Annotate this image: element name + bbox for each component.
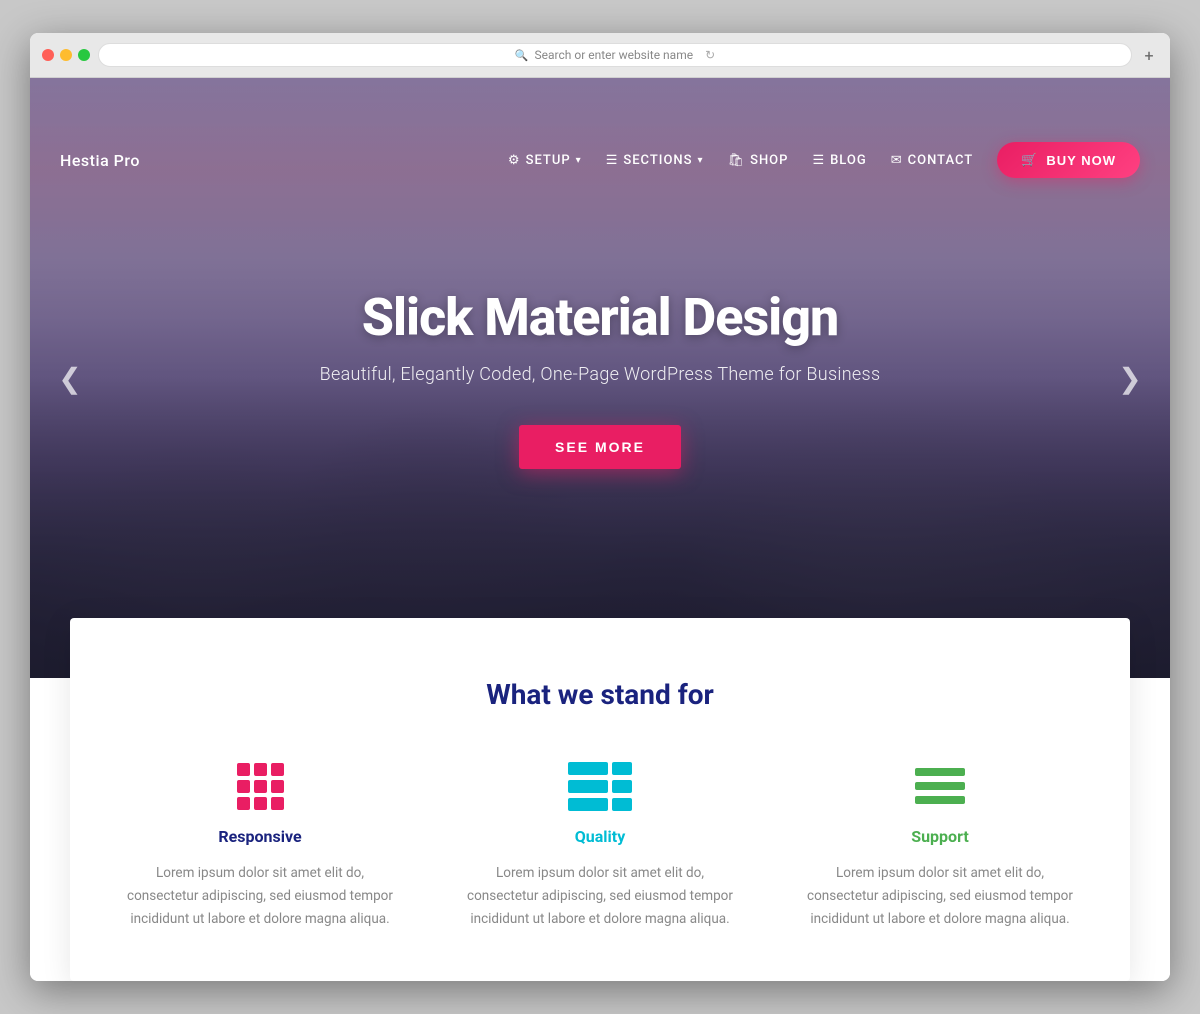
navbar: Hestia Pro ⚙ SETUP ▾ ☰ SECTIONS ▾ 🛍 SHO <box>30 122 1170 198</box>
hero-title: Slick Material Design <box>320 287 881 348</box>
nav-link-contact[interactable]: ✉ CONTACT <box>891 153 973 168</box>
address-bar[interactable]: 🔍 Search or enter website name ↻ <box>98 43 1132 67</box>
hero-content: Slick Material Design Beautiful, Elegant… <box>300 287 901 469</box>
shop-icon: 🛍 <box>728 153 746 168</box>
features-section: What we stand for <box>70 618 1130 981</box>
nav-label-blog: BLOG <box>830 153 867 168</box>
chevron-down-icon: ▾ <box>576 155 582 166</box>
browser-chrome: 🔍 Search or enter website name ↻ + <box>30 33 1170 78</box>
chevron-down-icon-2: ▾ <box>698 155 704 166</box>
nav-brand[interactable]: Hestia Pro <box>60 151 140 170</box>
grid-icon <box>237 763 284 810</box>
carousel-prev-button[interactable]: ❮ <box>50 358 90 398</box>
search-icon: 🔍 <box>515 49 529 62</box>
nav-link-blog[interactable]: ☰ BLOG <box>812 153 866 168</box>
setup-icon: ⚙ <box>508 153 521 168</box>
website-content: Hestia Pro ⚙ SETUP ▾ ☰ SECTIONS ▾ 🛍 SHO <box>30 78 1170 981</box>
lines-icon <box>915 768 965 804</box>
nav-label-setup: SETUP <box>526 153 571 168</box>
blog-icon: ☰ <box>812 153 825 168</box>
maximize-button[interactable] <box>78 49 90 61</box>
feature-item-responsive: Responsive Lorem ipsum dolor sit amet el… <box>110 761 410 931</box>
quality-icon <box>570 761 630 811</box>
responsive-icon <box>230 761 290 811</box>
features-grid: Responsive Lorem ipsum dolor sit amet el… <box>110 761 1090 931</box>
page-wrapper: Hestia Pro ⚙ SETUP ▾ ☰ SECTIONS ▾ 🛍 SHO <box>30 78 1170 981</box>
nav-links: ⚙ SETUP ▾ ☰ SECTIONS ▾ 🛍 SHOP ☰ <box>508 142 1140 178</box>
nav-link-sections[interactable]: ☰ SECTIONS ▾ <box>606 153 704 168</box>
chevron-left-icon: ❮ <box>58 362 81 395</box>
traffic-lights <box>42 49 90 61</box>
chevron-right-icon: ❯ <box>1118 362 1141 395</box>
features-title: What we stand for <box>110 678 1090 711</box>
see-more-button[interactable]: SEE MORE <box>519 425 681 469</box>
feature-item-quality: Quality Lorem ipsum dolor sit amet elit … <box>450 761 750 931</box>
contact-icon: ✉ <box>891 153 903 168</box>
nav-label-shop: SHOP <box>750 153 788 168</box>
close-button[interactable] <box>42 49 54 61</box>
feature-name-responsive: Responsive <box>218 827 301 846</box>
hero-subtitle: Beautiful, Elegantly Coded, One-Page Wor… <box>320 364 881 385</box>
support-icon <box>910 761 970 811</box>
refresh-icon: ↻ <box>705 48 715 62</box>
nav-label-contact: CONTACT <box>908 153 974 168</box>
feature-name-quality: Quality <box>575 827 626 846</box>
feature-desc-support: Lorem ipsum dolor sit amet elit do, cons… <box>800 862 1080 931</box>
feature-item-support: Support Lorem ipsum dolor sit amet elit … <box>790 761 1090 931</box>
carousel-next-button[interactable]: ❯ <box>1110 358 1150 398</box>
buy-now-button[interactable]: 🛒 BUY NOW <box>997 142 1140 178</box>
browser-window: 🔍 Search or enter website name ↻ + Hesti… <box>30 33 1170 981</box>
cart-icon: 🛒 <box>1021 152 1038 168</box>
nav-label-sections: SECTIONS <box>623 153 692 168</box>
nav-link-setup[interactable]: ⚙ SETUP ▾ <box>508 153 582 168</box>
new-tab-button[interactable]: + <box>1140 46 1158 64</box>
nav-link-shop[interactable]: 🛍 SHOP <box>728 153 789 168</box>
address-text: Search or enter website name <box>535 48 694 62</box>
minimize-button[interactable] <box>60 49 72 61</box>
table-icon <box>568 762 632 811</box>
sections-icon: ☰ <box>606 153 619 168</box>
feature-desc-quality: Lorem ipsum dolor sit amet elit do, cons… <box>460 862 740 931</box>
feature-desc-responsive: Lorem ipsum dolor sit amet elit do, cons… <box>120 862 400 931</box>
feature-name-support: Support <box>911 827 969 846</box>
buy-now-label: BUY NOW <box>1046 153 1116 168</box>
